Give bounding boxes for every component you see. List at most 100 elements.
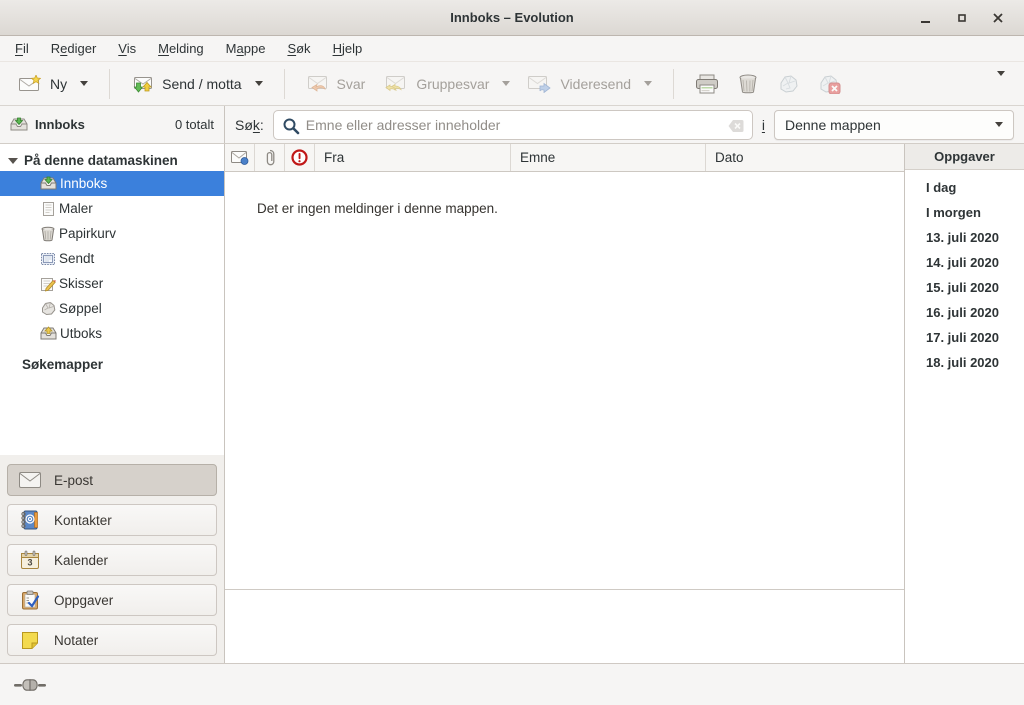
current-folder-name: Innboks <box>35 117 85 132</box>
trash-icon <box>737 74 759 94</box>
group-reply-button: Gruppesvar <box>374 68 519 100</box>
not-junk-icon <box>817 74 841 94</box>
search-field[interactable] <box>273 110 753 140</box>
delete-button[interactable] <box>728 67 768 101</box>
folder-row-drafts[interactable]: Skisser <box>0 271 224 296</box>
outbox-icon <box>40 326 57 341</box>
task-date-group: 13. juli 2020 <box>905 225 1024 250</box>
column-priority[interactable] <box>285 144 315 171</box>
content-area: På denne datamaskinen Innboks <box>0 144 1024 663</box>
minimize-button[interactable] <box>916 8 936 28</box>
toolbar-overflow-button[interactable] <box>984 69 1014 98</box>
send-receive-dropdown-arrow[interactable] <box>255 81 263 86</box>
send-receive-button[interactable]: Send / motta <box>122 68 271 100</box>
empty-folder-message: Det er ingen meldinger i denne mappen. <box>257 201 904 216</box>
reply-icon <box>306 75 328 93</box>
tree-root-on-this-computer[interactable]: På denne datamaskinen <box>0 149 224 171</box>
window-controls <box>916 8 1024 28</box>
folder-row-junk[interactable]: Søppel <box>0 296 224 321</box>
new-mail-icon <box>19 75 41 92</box>
task-date-group: I morgen <box>905 200 1024 225</box>
task-date-group: 15. juli 2020 <box>905 275 1024 300</box>
toolbar: Ny Send / motta Svar <box>0 62 1024 106</box>
menubar: Fil Rediger Vis Melding Mappe Søk Hjelp <box>0 36 1024 62</box>
task-date-group: 17. juli 2020 <box>905 325 1024 350</box>
switcher-mail-button[interactable]: E-post <box>7 464 217 496</box>
titlebar[interactable]: Innboks – Evolution <box>0 0 1024 36</box>
window-title: Innboks – Evolution <box>0 10 1024 25</box>
folder-label: Skisser <box>59 276 103 291</box>
message-list-body[interactable]: Det er ingen meldinger i denne mappen. <box>225 172 904 590</box>
chevron-down-icon <box>995 122 1003 127</box>
toolbar-separator <box>109 69 110 99</box>
task-date-group: 18. juli 2020 <box>905 350 1024 375</box>
switcher-tasks-button[interactable]: Oppgaver <box>7 584 217 616</box>
message-list: Fra Emne Dato Det er ingen meldinger i d… <box>225 144 905 663</box>
menu-help[interactable]: Hjelp <box>322 37 374 60</box>
not-junk-button <box>808 67 850 101</box>
column-read-status[interactable] <box>225 144 255 171</box>
task-pane-title: Oppgaver <box>905 144 1024 170</box>
forward-icon <box>528 75 551 93</box>
switcher-memos-button[interactable]: Notater <box>7 624 217 656</box>
search-input[interactable] <box>274 117 752 133</box>
toolbar-separator <box>284 69 285 99</box>
junk-icon <box>40 301 56 316</box>
folder-row-sent[interactable]: Sendt <box>0 246 224 271</box>
search-scope-dropdown[interactable]: Denne mappen <box>774 110 1014 140</box>
folder-label: Sendt <box>59 251 94 266</box>
new-button[interactable]: Ny <box>10 68 97 99</box>
preview-pane <box>225 590 904 663</box>
calendar-icon: 3 <box>19 550 41 570</box>
switcher-calendar-button[interactable]: 3 Kalender <box>7 544 217 576</box>
forward-dropdown-arrow <box>644 81 652 86</box>
folder-label: Papirkurv <box>59 226 116 241</box>
online-status-icon[interactable] <box>14 677 46 693</box>
new-dropdown-arrow[interactable] <box>80 81 88 86</box>
maximize-button[interactable] <box>952 8 972 28</box>
toolbar-separator <box>673 69 674 99</box>
templates-icon <box>40 201 56 217</box>
folder-tree: På denne datamaskinen Innboks <box>0 144 224 455</box>
tree-root-search-folders[interactable]: Søkemapper <box>0 352 224 377</box>
menu-edit[interactable]: Rediger <box>40 37 108 60</box>
column-date[interactable]: Dato <box>706 144 904 171</box>
group-reply-icon <box>383 75 407 93</box>
task-pane: Oppgaver I dag I morgen 13. juli 2020 14… <box>905 144 1024 663</box>
print-icon <box>695 74 719 94</box>
clear-search-icon[interactable] <box>728 118 744 134</box>
folder-row-trash[interactable]: Papirkurv <box>0 221 224 246</box>
close-button[interactable] <box>988 8 1008 28</box>
search-label: Søk: <box>235 117 264 133</box>
trash-icon <box>40 226 56 242</box>
menu-message[interactable]: Melding <box>147 37 215 60</box>
column-attachment[interactable] <box>255 144 285 171</box>
task-date-list: I dag I morgen 13. juli 2020 14. juli 20… <box>905 170 1024 375</box>
searchbar: Innboks 0 totalt Søk: i Denne mappen <box>0 106 1024 144</box>
folder-total-count: 0 totalt <box>175 117 214 132</box>
search-icon <box>282 117 300 135</box>
menu-search[interactable]: Søk <box>276 37 321 60</box>
expander-icon[interactable] <box>8 157 18 165</box>
folder-row-inbox[interactable]: Innboks <box>0 171 224 196</box>
menu-folder[interactable]: Mappe <box>215 37 277 60</box>
menu-file[interactable]: Fil <box>4 37 40 60</box>
send-receive-icon <box>131 75 153 93</box>
search-controls: Søk: i Denne mappen <box>225 106 1024 143</box>
column-subject[interactable]: Emne <box>511 144 706 171</box>
switcher-contacts-button[interactable]: Kontakter <box>7 504 217 536</box>
column-from[interactable]: Fra <box>315 144 511 171</box>
memos-icon <box>19 630 41 650</box>
folder-label: Utboks <box>60 326 102 341</box>
folder-label: Maler <box>59 201 93 216</box>
reply-button: Svar <box>297 68 375 100</box>
folder-row-templates[interactable]: Maler <box>0 196 224 221</box>
print-button[interactable] <box>686 67 728 101</box>
message-list-header: Fra Emne Dato <box>225 144 904 172</box>
folder-row-outbox[interactable]: Utboks <box>0 321 224 346</box>
search-scope-value: Denne mappen <box>785 117 991 133</box>
group-reply-dropdown-arrow <box>502 81 510 86</box>
menu-view[interactable]: Vis <box>107 37 147 60</box>
scope-label: i <box>762 117 765 133</box>
mail-icon <box>19 472 41 488</box>
